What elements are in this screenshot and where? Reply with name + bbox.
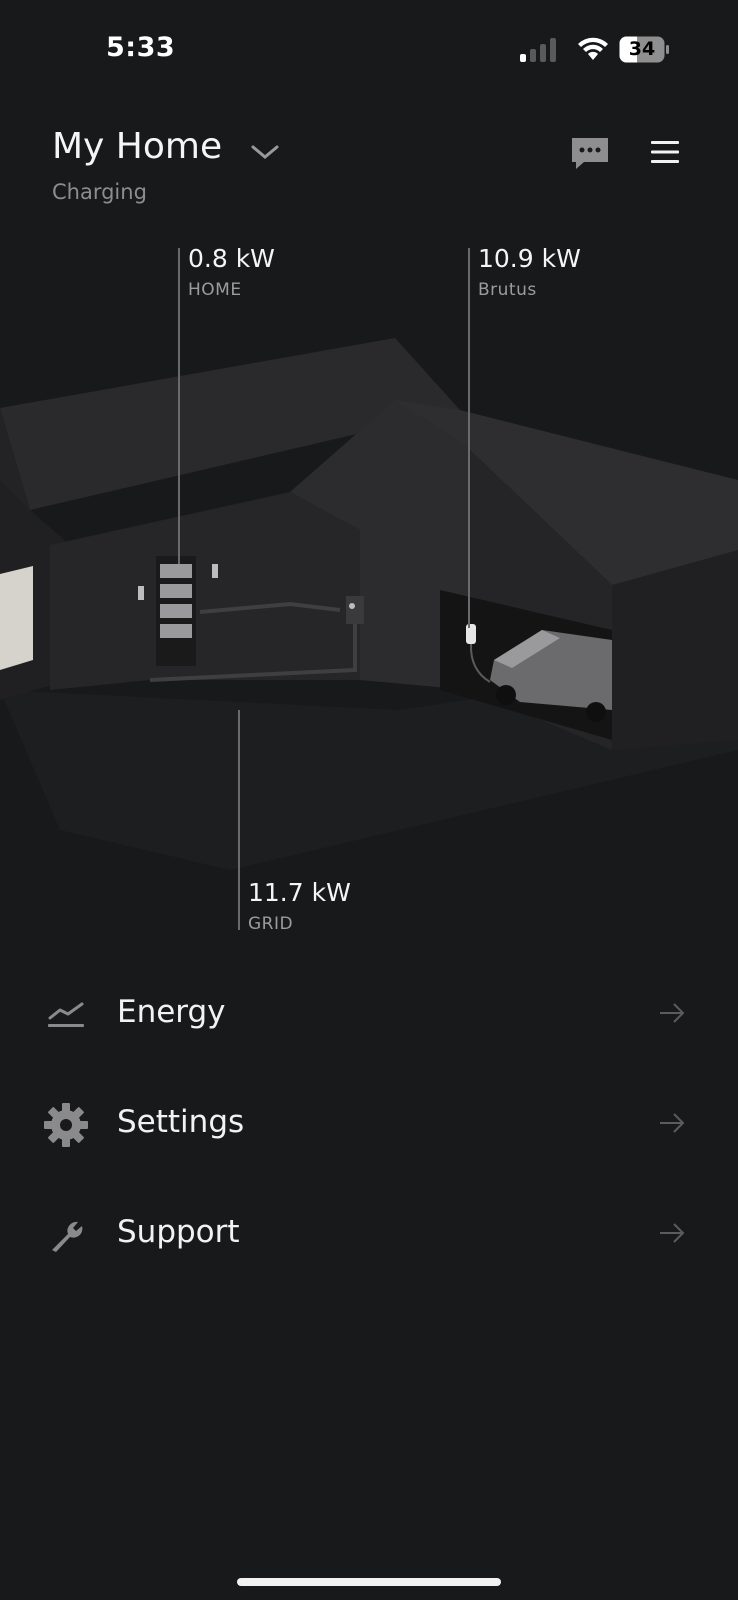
- arrow-right-icon: [660, 1113, 685, 1133]
- site-status: Charging: [52, 180, 147, 204]
- arrow-right-icon: [660, 1223, 685, 1243]
- grid-power-label: GRID: [248, 914, 294, 934]
- vehicle-power-value: 10.9 kW: [478, 244, 581, 273]
- home-scene-illustration: [0, 338, 738, 870]
- home-flow-line: [178, 248, 180, 564]
- signal-icon: [520, 38, 556, 62]
- vehicle-name-label: Brutus: [478, 280, 537, 300]
- arrow-right-icon: [660, 1003, 685, 1023]
- grid-flow-line: [238, 710, 240, 930]
- site-title[interactable]: My Home: [52, 126, 222, 167]
- home-power-label: HOME: [188, 280, 242, 300]
- grid-power-value: 11.7 kW: [248, 878, 351, 907]
- vehicle-flow-line: [468, 248, 470, 628]
- menu-item-label: Support: [117, 1214, 240, 1250]
- chart-line-icon: [48, 1002, 84, 1027]
- menu-item-energy[interactable]: Energy: [0, 972, 738, 1052]
- hamburger-menu-icon[interactable]: [650, 139, 680, 165]
- gear-icon: [44, 1103, 88, 1147]
- home-indicator[interactable]: [237, 1578, 501, 1586]
- menu-item-settings[interactable]: Settings: [0, 1082, 738, 1162]
- menu-item-support[interactable]: Support: [0, 1192, 738, 1272]
- wifi-icon: [578, 37, 608, 60]
- menu-item-label: Settings: [117, 1104, 245, 1140]
- chevron-down-icon[interactable]: [250, 142, 280, 162]
- battery-level: 34: [628, 38, 656, 60]
- chat-icon[interactable]: [570, 136, 610, 172]
- menu-item-label: Energy: [117, 994, 226, 1030]
- home-power-value: 0.8 kW: [188, 244, 275, 273]
- wrench-icon: [52, 1221, 83, 1252]
- status-time: 5:33: [106, 32, 176, 63]
